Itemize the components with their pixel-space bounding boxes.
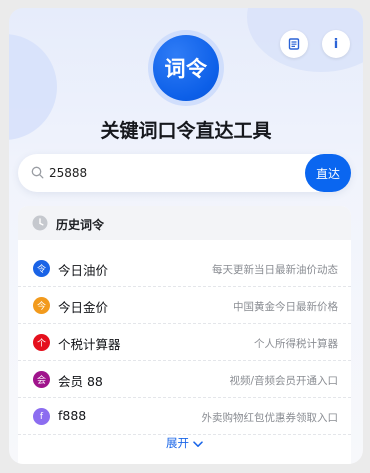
item-name: 今日金价 — [58, 300, 109, 315]
search-input[interactable] — [49, 154, 279, 192]
item-name: f888 — [58, 408, 87, 423]
clock-icon — [32, 215, 48, 231]
history-item-gold-price[interactable]: 今 今日金价 中国黄金今日最新价格 — [18, 287, 351, 324]
item-description: 视频/音频会员开通入口 — [229, 375, 338, 387]
item-description: 个人所得税计算器 — [254, 338, 338, 350]
item-description: 每天更新当日最新油价动态 — [212, 264, 338, 276]
history-header: 历史词令 — [18, 206, 351, 240]
history-item-f888[interactable]: f f888 外卖购物红包优惠券领取入口 — [18, 398, 351, 435]
command-badge-icon: f — [33, 408, 50, 425]
history-item-membership[interactable]: 会 会员 88 视频/音频会员开通入口 — [18, 361, 351, 398]
item-name: 今日油价 — [58, 263, 109, 278]
item-description: 中国黄金今日最新价格 — [233, 301, 338, 313]
command-badge-icon: 令 — [33, 260, 50, 277]
main-card: i 词令 关键词口令直达工具 直达 历史词令 令 今日油价 每天更新当日最新油价… — [9, 8, 363, 464]
expand-label: 展开 — [166, 436, 189, 450]
document-button[interactable] — [280, 30, 308, 58]
search-bar: 直达 — [18, 154, 351, 192]
item-name: 个税计算器 — [58, 337, 121, 352]
chevron-down-icon — [193, 441, 203, 447]
command-badge-icon: 今 — [33, 297, 50, 314]
command-badge-icon: 会 — [33, 371, 50, 388]
item-description: 外卖购物红包优惠券领取入口 — [201, 412, 339, 424]
history-item-tax-calculator[interactable]: 个 个税计算器 个人所得税计算器 — [18, 324, 351, 361]
history-panel: 历史词令 令 今日油价 每天更新当日最新油价动态 今 今日金价 中国黄金今日最新… — [18, 206, 351, 464]
go-button[interactable]: 直达 — [305, 154, 351, 192]
history-item-oil-price[interactable]: 令 今日油价 每天更新当日最新油价动态 — [18, 250, 351, 287]
page-title: 关键词口令直达工具 — [100, 120, 272, 142]
search-icon — [31, 166, 44, 179]
document-icon — [288, 38, 300, 50]
history-label: 历史词令 — [56, 218, 105, 232]
command-badge-icon: 个 — [33, 334, 50, 351]
logo-text: 词令 — [164, 57, 208, 81]
info-icon: i — [333, 36, 339, 52]
app-logo: 词令 — [153, 35, 219, 101]
info-button[interactable]: i — [322, 30, 350, 58]
expand-button[interactable]: 展开 — [18, 435, 351, 451]
item-name: 会员 88 — [58, 374, 103, 389]
